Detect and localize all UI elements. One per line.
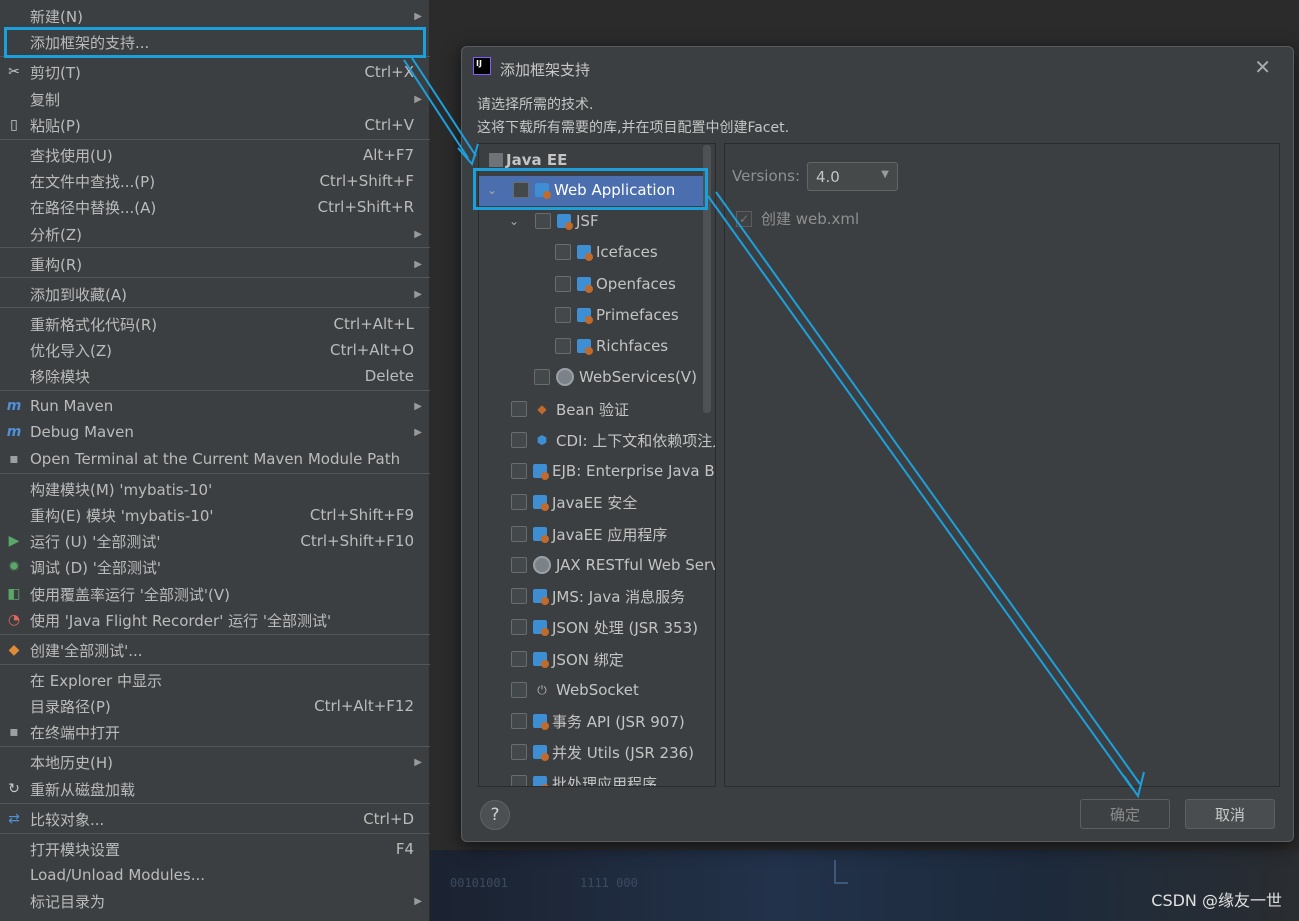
annotation-arrow-1a [403,59,469,159]
annotation-arrows [403,57,1145,799]
annotation-arrow-1b [411,57,477,157]
annotation-arrow-2a [707,195,1133,789]
annotation-arrow-2b [715,191,1141,785]
watermark: CSDN @缘友一世 [1151,891,1282,910]
